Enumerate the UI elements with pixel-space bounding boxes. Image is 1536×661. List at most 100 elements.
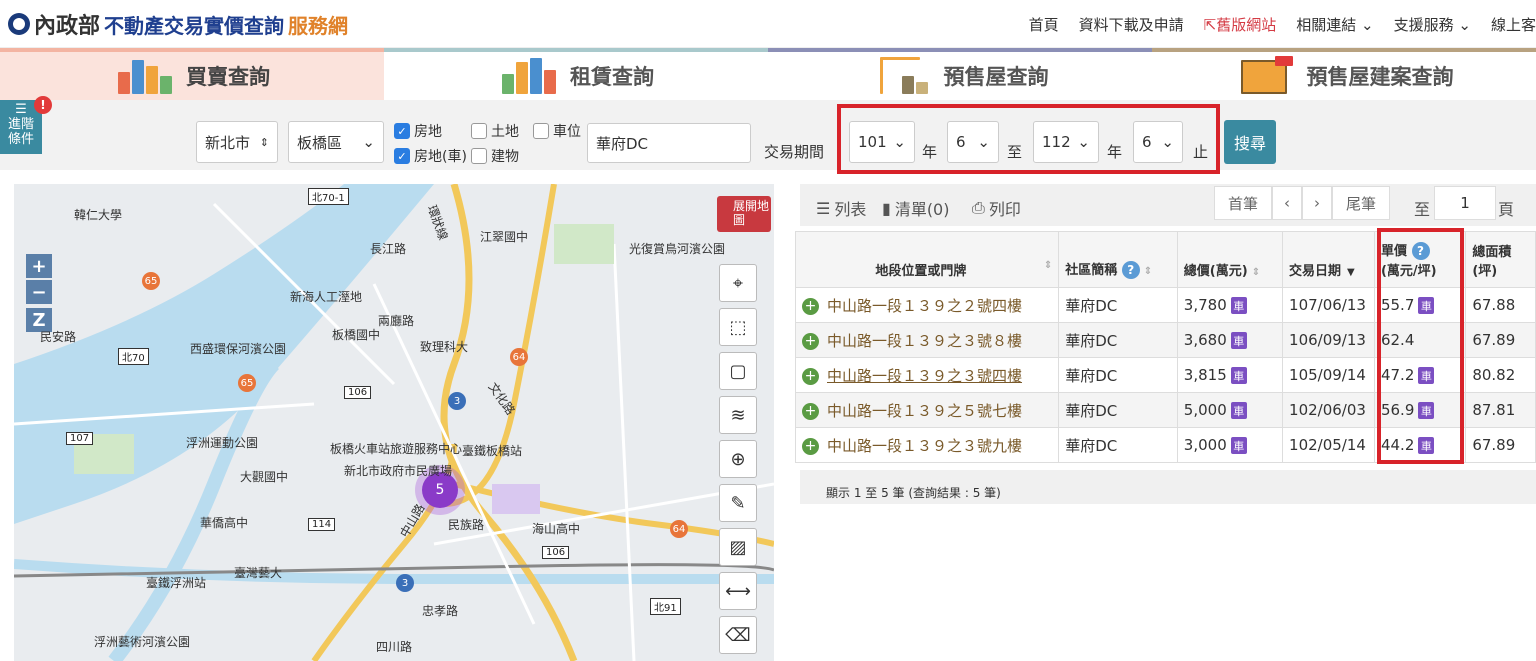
map-frame-tool[interactable]: ▢ (719, 352, 757, 390)
map-label: 浮洲藝術河濱公園 (94, 635, 191, 649)
next-page-button[interactable]: › (1302, 186, 1332, 220)
expand-row-icon[interactable]: + (802, 297, 819, 315)
check-parking[interactable]: 車位 (533, 121, 581, 141)
expand-row-icon[interactable]: + (802, 367, 819, 385)
total-value: 3,680 (1183, 331, 1227, 349)
map-draw-tool[interactable]: ✎ (719, 484, 757, 522)
nav-support[interactable]: 支援服務 ⌄ (1394, 14, 1471, 35)
to-year-select[interactable]: 112 ⌄ (1033, 121, 1099, 163)
help-icon[interactable]: ? (1121, 261, 1140, 279)
tab-presale-project[interactable]: 預售屋建案查詢 (1152, 48, 1536, 100)
cell-address[interactable]: + 中山路一段１３９之５號七樓 (794, 392, 1060, 428)
search-button[interactable]: 搜尋 (1224, 120, 1276, 164)
check-label: 房地 (414, 124, 442, 140)
frame-icon: ▢ (729, 360, 747, 382)
map-locate-tool[interactable]: ⊕ (719, 440, 757, 478)
cell-total-price: 5,000 車 (1176, 392, 1284, 428)
checkbox-checked-icon: ✓ (394, 123, 410, 139)
map-label: 兩廳路 (378, 314, 415, 328)
total-value: 3,815 (1183, 366, 1227, 384)
cell-date: 106/09/13 (1282, 322, 1375, 358)
district-select[interactable]: 板橋區 ⌄ (288, 121, 384, 163)
nav-home[interactable]: 首頁 (1029, 14, 1059, 35)
road-number-icon: 107 (66, 432, 94, 445)
from-year-select[interactable]: 101 ⌄ (849, 121, 915, 163)
map-hatch-tool[interactable]: ▨ (719, 528, 757, 566)
check-house-land[interactable]: ✓ 房地 (394, 121, 442, 141)
address-link[interactable]: 中山路一段１３９之３號九樓 (827, 437, 1022, 455)
address-link[interactable]: 中山路一段１３９之３號８樓 (827, 332, 1022, 350)
prev-page-button[interactable]: ‹ (1272, 186, 1302, 220)
map-label: 海山高中 (532, 522, 581, 536)
road-number-icon: 106 (344, 386, 372, 399)
cell-address[interactable]: + 中山路一段１３９之３號四樓 (794, 357, 1060, 393)
zoom-out-button[interactable]: − (26, 280, 52, 304)
map-eraser-tool[interactable]: ⌫ (719, 616, 757, 654)
expand-row-icon[interactable]: + (802, 332, 819, 350)
map-label: 新海人工溼地 (290, 290, 363, 304)
address-link[interactable]: 中山路一段１３９之５號七樓 (827, 402, 1022, 420)
cell-address[interactable]: + 中山路一段１３９之２號四樓 (794, 287, 1060, 323)
to-label: 至 (1007, 143, 1023, 161)
site-logo[interactable]: 內政部 不動產交易實價查詢 服務網 (8, 8, 348, 40)
map-measure-tool[interactable]: ⟷ (719, 572, 757, 610)
list-view-button[interactable]: ☰ 列表 (816, 196, 866, 220)
clip-label: 清單(0) (894, 200, 950, 219)
advanced-filter-button[interactable]: ☰ 進階 條件 ! (0, 96, 52, 154)
from-month-select[interactable]: 6 ⌄ (947, 121, 999, 163)
address-link[interactable]: 中山路一段１３９之２號四樓 (827, 297, 1022, 315)
tab-sale[interactable]: 買賣查詢 (0, 48, 384, 100)
city-select[interactable]: 新北市 ⇕ (196, 121, 278, 163)
page-number-input[interactable]: 1 (1434, 186, 1496, 220)
chevron-down-icon: ⌄ (1453, 16, 1471, 34)
nav-online-service[interactable]: 線上客 (1491, 14, 1536, 35)
crane-icon (872, 56, 934, 96)
chevron-down-icon: ⌄ (362, 133, 375, 151)
cell-address[interactable]: + 中山路一段１３９之３號８樓 (794, 322, 1060, 358)
road-number-icon: 114 (308, 518, 336, 531)
chevron-right-icon: › (1314, 194, 1320, 212)
address-link[interactable]: 中山路一段１３９之３號四樓 (827, 367, 1022, 385)
zoom-in-button[interactable]: + (26, 254, 52, 278)
map-label: 臺鐵浮洲站 (146, 576, 207, 590)
col-date[interactable]: 交易日期 ▼ (1282, 231, 1375, 288)
nav-download[interactable]: 資料下載及申請 (1079, 14, 1184, 35)
check-building[interactable]: 建物 (471, 146, 519, 166)
col-address[interactable]: 地段位置或門牌 ⇕ (794, 231, 1060, 288)
logo-ministry: 內政部 (34, 13, 101, 39)
chevron-down-icon: ⌄ (1356, 16, 1374, 34)
first-page-button[interactable]: 首筆 (1214, 186, 1272, 220)
cell-address[interactable]: + 中山路一段１３９之３號九樓 (794, 427, 1060, 463)
last-page-button[interactable]: 尾筆 (1332, 186, 1390, 220)
check-land[interactable]: 土地 (471, 121, 519, 141)
map-select-tool[interactable]: ⬚ (719, 308, 757, 346)
chevron-left-icon: ‹ (1284, 194, 1290, 212)
sort-icon: ⇕ (1043, 260, 1053, 271)
expand-row-icon[interactable]: + (802, 437, 819, 455)
district-value: 板橋區 (297, 133, 343, 152)
clip-list-button[interactable]: ▮ 清單(0) (882, 196, 949, 220)
tab-rent[interactable]: 租賃查詢 (384, 48, 768, 100)
road-number-icon: 北70 (118, 348, 149, 365)
cell-date: 107/06/13 (1282, 287, 1375, 323)
nav-related-label: 相關連結 (1296, 16, 1357, 34)
map-layers-tool[interactable]: ≋ (719, 396, 757, 434)
tab-presale[interactable]: 預售屋查詢 (768, 48, 1152, 100)
col-area[interactable]: 總面積 (坪) (1465, 231, 1536, 288)
expand-row-icon[interactable]: + (802, 402, 819, 420)
map-pin-tool[interactable]: ⌖ (719, 264, 757, 302)
to-month-select[interactable]: 6 ⌄ (1133, 121, 1183, 163)
print-button[interactable]: ⎙ 列印 (972, 196, 1021, 220)
col-community[interactable]: 社區簡稱 ? ⇕ (1058, 231, 1178, 288)
col-date-label: 交易日期 (1289, 264, 1342, 279)
expand-map-button[interactable]: 展開地圖 (717, 196, 771, 232)
nav-old-site[interactable]: ⇱舊版網站 (1204, 14, 1277, 35)
expand-map-label: 展開地圖 (733, 199, 770, 227)
keyword-input[interactable]: 華府DC (587, 123, 751, 163)
check-house-land-car[interactable]: ✓ 房地(車) (394, 146, 467, 166)
select-area-icon: ⬚ (729, 316, 747, 338)
rent-buildings-icon (498, 56, 560, 96)
nav-related-links[interactable]: 相關連結 ⌄ (1296, 14, 1373, 35)
col-total-price[interactable]: 總價(萬元) ⇕ (1176, 231, 1284, 288)
map-view[interactable]: + − Z 展開地圖 ⌖ ⬚ ▢ ≋ ⊕ ✎ ▨ ⟷ ⌫ 5 韓仁大學 新海人工… (14, 184, 774, 661)
